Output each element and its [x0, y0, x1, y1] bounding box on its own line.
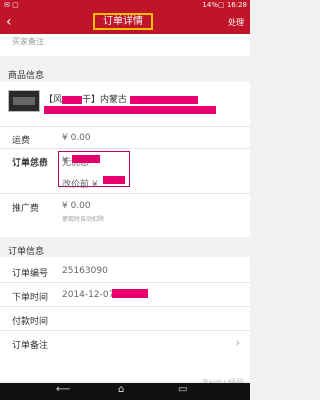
nav-recent-icon[interactable]: ▭ [178, 384, 187, 395]
total-value-redacted [72, 155, 100, 163]
order-section-title: 订单信息 [8, 247, 45, 257]
order-remark-label[interactable]: 订单备注 [12, 338, 48, 351]
order-time-redacted [112, 289, 148, 298]
shipping-value: ¥ 0.00 [62, 133, 91, 143]
order-time-value: 2014-12-07 [62, 290, 115, 300]
order-time-label: 下单时间 [12, 293, 49, 303]
nav-back-icon[interactable]: ⟵ [56, 384, 70, 395]
promo-label: 推广费 [12, 204, 40, 214]
promo-value: ¥ 0.00 [62, 201, 91, 211]
product-title[interactable]: 【风 干】内蒙古 [44, 92, 198, 105]
nav-home-icon[interactable]: ⌂ [118, 384, 124, 395]
goods-section-title: 商品信息 [8, 71, 45, 81]
system-nav-bar: ⟵ ⌂ ▭ [0, 383, 250, 400]
shipping-label: 运费 [12, 136, 31, 146]
status-right: 14%▢ 16:28 [202, 1, 247, 9]
status-icons: ✉ ▢ [4, 1, 19, 9]
original-price-redacted [103, 176, 125, 184]
total-label: 订单总价 [12, 159, 49, 169]
process-button[interactable]: 处理 [228, 17, 244, 28]
promo-note: 使现时自动扣除 [62, 216, 105, 223]
order-number-value: 25163090 [62, 266, 108, 276]
buyer-note-label: 买家备注 [12, 37, 44, 46]
product-subtitle-redacted [44, 106, 216, 114]
buyer-note-card: 买家备注 [0, 34, 250, 56]
chevron-right-icon[interactable]: › [236, 336, 240, 349]
original-price-label: 改价前 ¥ [62, 180, 98, 190]
status-bar: ✉ ▢ 14%▢ 16:28 [0, 0, 250, 10]
order-number-label: 订单编号 [12, 269, 49, 279]
pay-time-label: 付款时间 [12, 317, 49, 327]
page-title: 订单详情 [93, 13, 153, 30]
total-currency: ¥ [62, 156, 68, 166]
back-icon[interactable]: ‹ [6, 12, 12, 32]
header-bar: ‹ 订单详情 处理 [0, 10, 250, 34]
product-thumbnail[interactable] [8, 90, 40, 112]
